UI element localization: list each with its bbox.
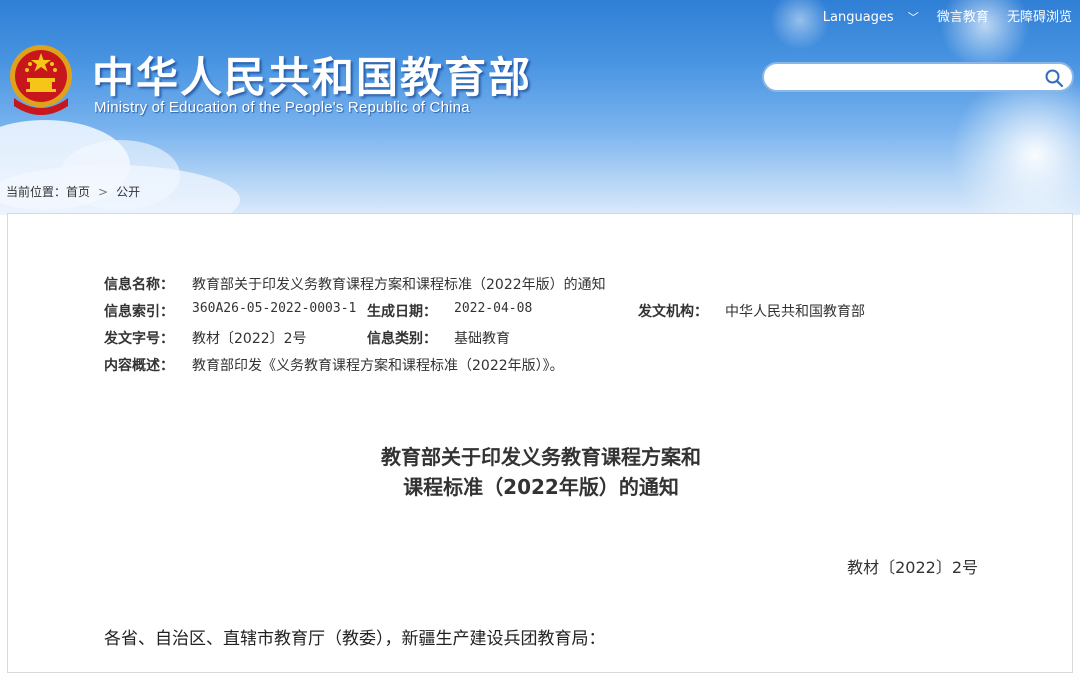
article-container: 信息名称： 教育部关于印发义务教育课程方案和课程标准（2022年版）的通知 信息… <box>7 213 1073 673</box>
breadcrumb-home-link[interactable]: 首页 <box>66 185 90 199</box>
meta-date-label: 生成日期： <box>367 304 437 320</box>
breadcrumb-current-link[interactable]: 公开 <box>116 185 140 199</box>
document-title: 教育部关于印发义务教育课程方案和 课程标准（2022年版）的通知 <box>8 442 1074 502</box>
site-title[interactable]: 中华人民共和国教育部 <box>92 44 532 105</box>
document-number: 教材〔2022〕2号 <box>847 558 978 577</box>
search-input[interactable] <box>778 64 1042 92</box>
breadcrumb-separator: > <box>98 185 109 199</box>
chevron-down-icon: ﹀ <box>907 11 919 24</box>
meta-category-label: 信息类别： <box>367 331 437 347</box>
meta-index-label: 信息索引： <box>104 304 174 320</box>
accessibility-link[interactable]: 无障碍浏览 <box>1007 10 1072 25</box>
meta-name-label: 信息名称： <box>104 277 174 293</box>
site-subtitle: Ministry of Education of the People's Re… <box>94 99 470 116</box>
meta-category-value: 基础教育 <box>454 331 510 347</box>
breadcrumb-label: 当前位置： <box>6 185 67 199</box>
search-box <box>762 62 1074 92</box>
meta-date-value: 2022-04-08 <box>454 301 533 316</box>
document-title-line2: 课程标准（2022年版）的通知 <box>403 475 679 499</box>
national-emblem-icon[interactable] <box>8 42 74 116</box>
meta-index-value: 360A26-05-2022-0003-1 <box>192 301 357 316</box>
languages-label: Languages <box>822 10 894 25</box>
meta-name-value: 教育部关于印发义务教育课程方案和课程标准（2022年版）的通知 <box>192 277 606 293</box>
document-salutation: 各省、自治区、直辖市教育厅（教委），新疆生产建设兵团教育局： <box>104 629 606 649</box>
top-links: Languages ﹀ 微言教育 无障碍浏览 <box>795 6 1072 25</box>
meta-docno-value: 教材〔2022〕2号 <box>192 331 307 347</box>
meta-org-value: 中华人民共和国教育部 <box>725 304 865 320</box>
site-header: 中华人民共和国教育部 Ministry of Education of the … <box>0 0 1080 215</box>
languages-link[interactable]: Languages ﹀ <box>809 10 919 25</box>
meta-summary-label: 内容概述： <box>104 358 174 374</box>
weibo-link[interactable]: 微言教育 <box>937 10 989 25</box>
breadcrumb: 当前位置：首页 > 公开 <box>6 183 140 200</box>
document-title-line1: 教育部关于印发义务教育课程方案和 <box>381 445 701 469</box>
meta-docno-label: 发文字号： <box>104 331 174 347</box>
meta-summary-value: 教育部印发《义务教育课程方案和课程标准（2022年版）》。 <box>192 358 564 374</box>
search-icon[interactable] <box>1044 68 1064 88</box>
meta-org-label: 发文机构： <box>638 304 708 320</box>
